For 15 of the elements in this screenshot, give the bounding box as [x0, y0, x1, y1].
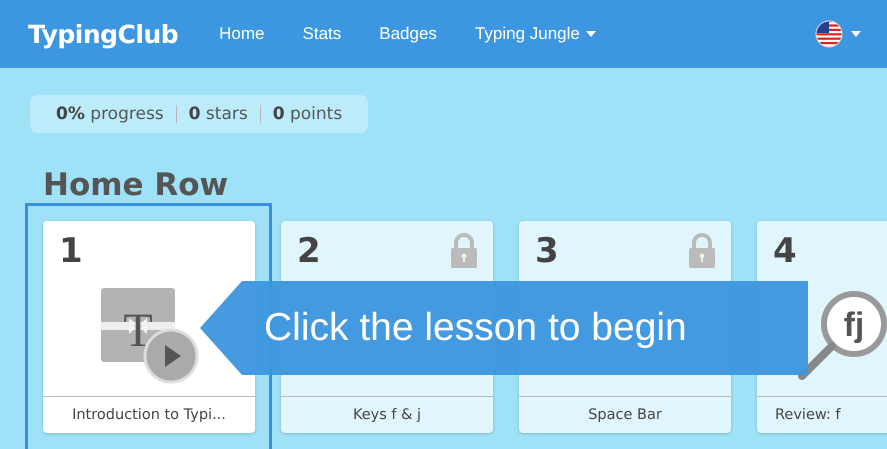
progress-stat: 0 points: [260, 105, 354, 123]
lesson-title: Keys f & j: [281, 396, 493, 433]
section-title: Home Row: [43, 166, 230, 205]
lesson-number: 2: [297, 231, 321, 271]
progress-stat: 0 stars: [176, 105, 260, 123]
lesson-title: Space Bar: [519, 396, 731, 433]
lesson-number: 4: [773, 231, 797, 271]
icon-letter: T: [123, 304, 153, 356]
lesson-title: Introduction to Typi...: [43, 396, 255, 433]
icon-label: fj: [844, 306, 864, 344]
tooltip: Click the lesson to begin: [200, 281, 808, 375]
lesson-number: 1: [59, 231, 83, 271]
lesson-title: Review: f: [757, 396, 887, 433]
progress-stat: 0% progress: [55, 104, 165, 124]
lesson-number: 3: [535, 231, 559, 271]
